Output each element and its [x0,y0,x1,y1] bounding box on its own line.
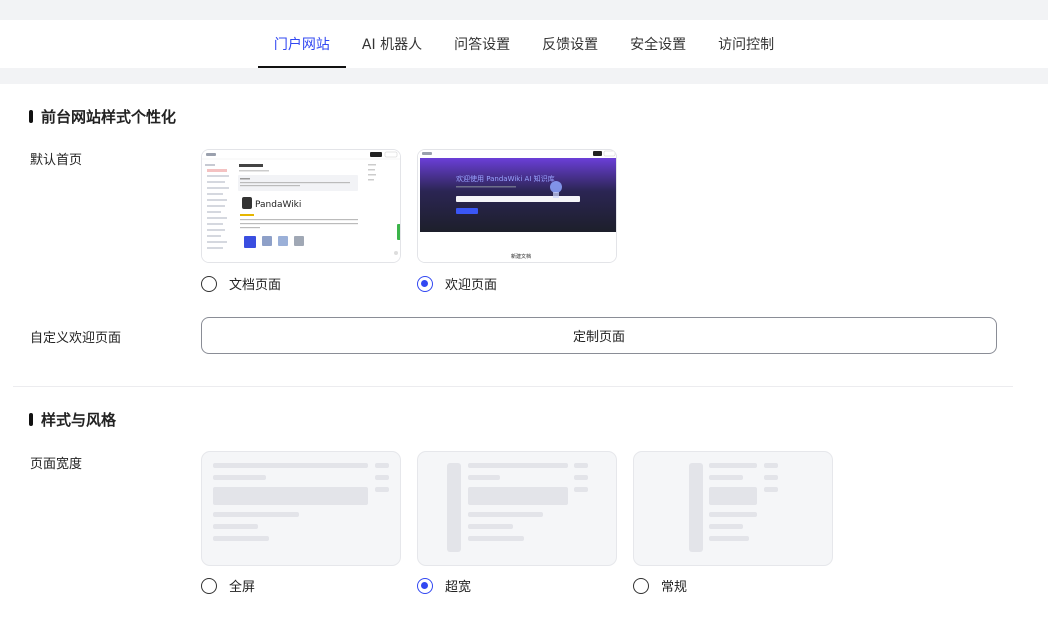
top-gap [0,0,1048,20]
tab-portal[interactable]: 门户网站 [257,20,346,68]
section-title-style: 样式与风格 [29,409,116,430]
tab-access-control[interactable]: 访问控制 [702,20,790,68]
home-option-welcome[interactable]: 欢迎页面 [417,274,497,293]
tabs-band [0,68,1048,84]
radio-ultrawide[interactable] [417,577,433,594]
home-option-welcome-label: 欢迎页面 [445,278,498,293]
welcome-page-thumbnail[interactable]: 欢迎使用 PandaWiki AI 知识库 新建文档 [417,149,617,263]
home-option-doc[interactable]: 文档页面 [201,274,281,293]
section-divider [13,386,1013,387]
customize-page-button[interactable]: 定制页面 [201,317,997,354]
section-title-text: 前台网站样式个性化 [41,108,177,126]
welcome-page-preview: 欢迎使用 PandaWiki AI 知识库 新建文档 [418,150,616,262]
tab-security-settings[interactable]: 安全设置 [614,20,702,68]
radio-doc-page[interactable] [201,275,217,292]
tab-feedback-settings[interactable]: 反馈设置 [526,20,614,68]
page-width-label: 页面宽度 [30,457,83,472]
radio-regular[interactable] [633,577,649,594]
doc-thumb-logo-text: PandaWiki [255,200,301,210]
doc-page-preview: PandaWiki [202,150,400,262]
tab-qa-settings[interactable]: 问答设置 [438,20,526,68]
section-title-text: 样式与风格 [41,411,117,429]
width-card-ultrawide[interactable] [417,451,617,566]
width-card-regular[interactable] [633,451,833,566]
title-bar [29,413,33,426]
welcome-thumb-hero-text: 欢迎使用 PandaWiki AI 知识库 [456,174,555,183]
width-option-ultrawide[interactable]: 超宽 [417,576,471,595]
width-option-full[interactable]: 全屏 [201,576,255,595]
title-bar [29,110,33,123]
custom-welcome-label: 自定义欢迎页面 [30,331,122,346]
home-option-doc-label: 文档页面 [229,278,282,293]
width-card-full[interactable] [201,451,401,566]
radio-full[interactable] [201,577,217,594]
width-option-regular[interactable]: 常规 [633,576,687,595]
settings-tabs: 门户网站 AI 机器人 问答设置 反馈设置 安全设置 访问控制 [0,20,1048,68]
radio-welcome-page[interactable] [417,275,433,292]
welcome-thumb-footer-text: 新建文档 [511,253,531,260]
tab-ai-robot[interactable]: AI 机器人 [346,20,438,68]
width-option-full-label: 全屏 [229,580,256,595]
default-home-label: 默认首页 [30,153,83,168]
section-title-site-style: 前台网站样式个性化 [29,106,176,127]
width-option-ultrawide-label: 超宽 [445,580,472,595]
width-option-regular-label: 常规 [661,580,688,595]
doc-page-thumbnail[interactable]: PandaWiki [201,149,401,263]
